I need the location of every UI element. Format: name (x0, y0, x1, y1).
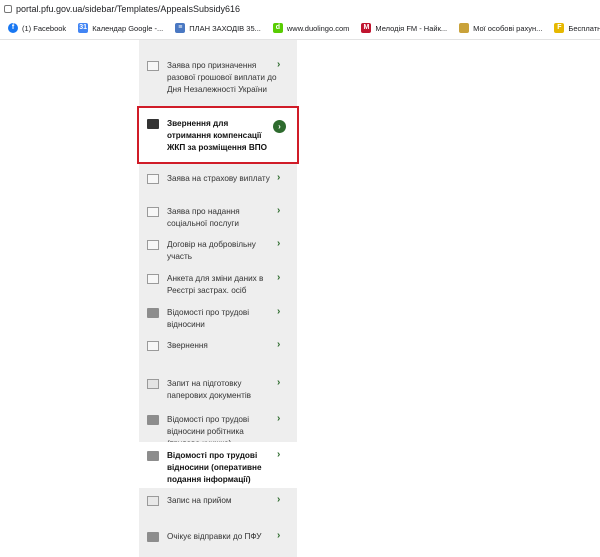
bookmark-label: Бесплатный Фотош... (568, 23, 600, 33)
url-text: portal.pfu.gov.ua/sidebar/Templates/Appe… (16, 3, 240, 14)
google-calendar-icon: 31 (78, 23, 89, 33)
sidebar-item-label: Запис на прийом (167, 496, 232, 505)
printer-icon (147, 379, 159, 389)
calendar-icon (147, 496, 159, 506)
folder-icon (147, 451, 159, 461)
sidebar-item-label: Звернення (167, 341, 208, 350)
bookmark-google-calendar[interactable]: 31 Календар Google -... (78, 23, 163, 33)
bookmark-plan[interactable]: ≡ ПЛАН ЗАХОДІВ 35... (175, 23, 261, 33)
sidebar-item-operational-info[interactable]: Відомості про трудові відносини (операти… (139, 442, 297, 488)
chevron-right-icon: › (277, 172, 281, 183)
sidebar-item-voluntary-participation[interactable]: Договір на добровільну участь › (139, 236, 297, 268)
checklist-icon (147, 274, 159, 284)
chevron-right-icon: › (277, 59, 281, 70)
site-info-icon[interactable] (4, 4, 12, 13)
address-bar[interactable]: portal.pfu.gov.ua/sidebar/Templates/Appe… (0, 0, 600, 17)
sidebar-item-independence-payment[interactable]: Заява про призначення разової грошової в… (139, 40, 297, 102)
photoshop-icon: F (554, 23, 565, 33)
sidebar-item-label: Запит на підготовку паперових документів (167, 379, 252, 400)
duolingo-icon: d (272, 23, 283, 33)
chevron-right-icon: › (277, 339, 281, 350)
folder-icon (459, 23, 470, 33)
sidebar-item-appointment[interactable]: Запис на прийом › (139, 488, 297, 524)
doc-icon: ≡ (175, 23, 186, 33)
chevron-right-icon: › (277, 205, 281, 216)
envelope-icon (147, 240, 159, 250)
envelope-icon (147, 207, 159, 217)
bookmark-label: (1) Facebook (22, 23, 67, 33)
envelope-icon (147, 174, 159, 184)
bookmark-label: Мелодія FM - Найк... (375, 23, 448, 33)
chevron-right-icon: › (277, 413, 281, 424)
chevron-right-icon: › (277, 306, 281, 317)
bookmark-photoshop[interactable]: F Бесплатный Фотош... (554, 23, 600, 33)
bookmark-label: Мої особові рахун... (473, 23, 543, 33)
facebook-icon: f (8, 23, 18, 33)
chevron-right-icon: › (277, 272, 281, 283)
bookmark-melodia[interactable]: M Мелодія FM - Найк... (361, 23, 447, 33)
sidebar-item-labor-relations[interactable]: Відомості про трудові відносини › (139, 302, 297, 336)
sidebar-item-label: Очікує відправки до ПФУ (167, 532, 262, 541)
chevron-right-icon: › (277, 238, 281, 249)
sidebar-item-label: Відомості про трудові відносини (операти… (167, 451, 262, 484)
sidebar-item-label: Заява на страхову виплату (167, 174, 270, 183)
envelope-icon (147, 341, 159, 351)
bookmark-label: www.duolingo.com (286, 23, 350, 33)
sidebar-item-registry-form[interactable]: Анкета для зміни даних в Реєстрі застрах… (139, 268, 297, 302)
bookmark-label: ПЛАН ЗАХОДІВ 35... (189, 23, 261, 33)
sidebar-item-label: Анкета для зміни даних в Реєстрі застрах… (167, 274, 264, 295)
bookmarks-bar: f (1) Facebook 31 Календар Google -... ≡… (0, 17, 600, 40)
folder-icon (147, 532, 159, 542)
sidebar-item-label: Відомості про трудові відносини (167, 308, 250, 329)
page-content: Заява про призначення разової грошової в… (0, 40, 600, 557)
sidebar-item-insurance-payment[interactable]: Заява на страхову виплату › (139, 164, 297, 200)
chevron-right-icon: › (277, 494, 281, 505)
sidebar-item-appeals[interactable]: Звернення › (139, 336, 297, 372)
sidebar-item-social-service[interactable]: Заява про надання соціальної послуги › (139, 200, 297, 236)
sidebar-item-paper-documents[interactable]: Запит на підготовку паперових документів… (139, 372, 297, 408)
sidebar-item-label: Договір на добровільну участь (167, 240, 256, 261)
melodia-icon: M (361, 23, 372, 33)
bookmark-accounts[interactable]: Мої особові рахун... (459, 23, 542, 33)
sidebar-item-label: Заява про надання соціальної послуги (167, 207, 240, 228)
chevron-right-icon: › (277, 377, 281, 388)
folder-icon (147, 308, 159, 318)
bookmark-label: Календар Google -... (92, 23, 164, 33)
sidebar-item-label: Заява про призначення разової грошової в… (167, 61, 277, 94)
sidebar-item-pending-send[interactable]: Очікує відправки до ПФУ › (139, 524, 297, 557)
bookmark-duolingo[interactable]: d www.duolingo.com (272, 23, 350, 33)
highlight-frame (137, 106, 299, 164)
chevron-right-icon: › (277, 530, 281, 541)
folder-icon (147, 415, 159, 425)
chevron-right-icon: › (277, 449, 281, 460)
bookmark-facebook[interactable]: f (1) Facebook (8, 23, 66, 33)
envelope-icon (147, 61, 159, 71)
